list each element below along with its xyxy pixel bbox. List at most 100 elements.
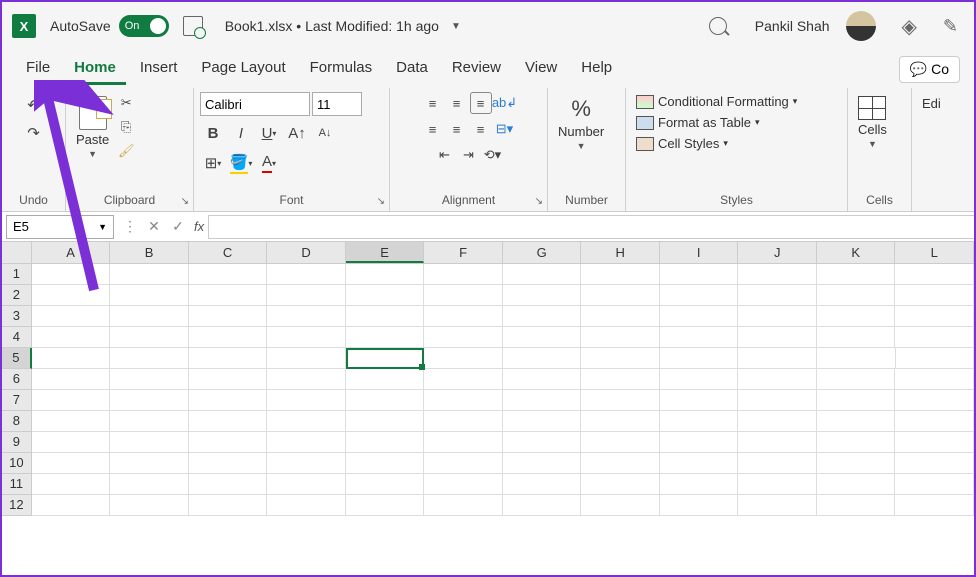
cell-L11[interactable] xyxy=(895,474,974,495)
cell-D10[interactable] xyxy=(267,453,346,474)
cell-K10[interactable] xyxy=(817,453,896,474)
cell-K6[interactable] xyxy=(817,369,896,390)
cell-H5[interactable] xyxy=(581,348,660,369)
decrease-indent-button[interactable]: ⇤ xyxy=(434,144,456,166)
cell-J1[interactable] xyxy=(738,264,817,285)
fill-color-button[interactable]: 🪣▾ xyxy=(228,150,254,176)
cell-I6[interactable] xyxy=(660,369,739,390)
cell-L5[interactable] xyxy=(896,348,975,369)
cell-C10[interactable] xyxy=(189,453,268,474)
cell-A7[interactable] xyxy=(32,390,111,411)
cell-E6[interactable] xyxy=(346,369,425,390)
border-button[interactable]: ⊞▾ xyxy=(200,150,226,176)
cell-E1[interactable] xyxy=(346,264,425,285)
cell-H1[interactable] xyxy=(581,264,660,285)
font-size-select[interactable] xyxy=(312,92,362,116)
orientation-button[interactable]: ⟲▾ xyxy=(482,144,504,166)
col-header-J[interactable]: J xyxy=(738,242,817,263)
cell-A6[interactable] xyxy=(32,369,111,390)
cell-F11[interactable] xyxy=(424,474,503,495)
cell-B6[interactable] xyxy=(110,369,189,390)
cell-L8[interactable] xyxy=(895,411,974,432)
cells-button[interactable]: Cells ▼ xyxy=(854,92,891,153)
cell-J7[interactable] xyxy=(738,390,817,411)
cell-A5[interactable] xyxy=(32,348,111,369)
wrap-text-button[interactable]: ab↲ xyxy=(494,92,516,114)
cell-B3[interactable] xyxy=(110,306,189,327)
increase-font-button[interactable]: A↑ xyxy=(284,120,310,146)
cell-D12[interactable] xyxy=(267,495,346,516)
user-name[interactable]: Pankil Shah xyxy=(755,18,830,34)
editing-button[interactable]: Edi xyxy=(918,92,945,115)
cell-F6[interactable] xyxy=(424,369,503,390)
col-header-E[interactable]: E xyxy=(346,242,425,263)
cell-G1[interactable] xyxy=(503,264,582,285)
cell-K5[interactable] xyxy=(817,348,896,369)
cell-K3[interactable] xyxy=(817,306,896,327)
cell-H8[interactable] xyxy=(581,411,660,432)
cell-L10[interactable] xyxy=(895,453,974,474)
cell-G12[interactable] xyxy=(503,495,582,516)
cell-H2[interactable] xyxy=(581,285,660,306)
cell-K7[interactable] xyxy=(817,390,896,411)
cell-A12[interactable] xyxy=(32,495,111,516)
cell-D11[interactable] xyxy=(267,474,346,495)
tab-file[interactable]: File xyxy=(16,53,60,85)
cell-J8[interactable] xyxy=(738,411,817,432)
cell-G7[interactable] xyxy=(503,390,582,411)
cell-L1[interactable] xyxy=(895,264,974,285)
row-header-5[interactable]: 5 xyxy=(2,348,32,369)
chevron-down-icon[interactable]: ▼ xyxy=(451,21,461,32)
cell-C4[interactable] xyxy=(189,327,268,348)
cell-C3[interactable] xyxy=(189,306,268,327)
cell-E3[interactable] xyxy=(346,306,425,327)
align-top-button[interactable]: ≡ xyxy=(422,92,444,114)
col-header-B[interactable]: B xyxy=(110,242,189,263)
cell-J5[interactable] xyxy=(738,348,817,369)
row-header-9[interactable]: 9 xyxy=(2,432,32,453)
tab-data[interactable]: Data xyxy=(386,53,438,85)
cell-G10[interactable] xyxy=(503,453,582,474)
underline-button[interactable]: U▾ xyxy=(256,120,282,146)
cell-C1[interactable] xyxy=(189,264,268,285)
cut-button[interactable]: ✂ xyxy=(115,92,137,114)
conditional-formatting-button[interactable]: Conditional Formatting ▾ xyxy=(632,92,801,111)
cell-D4[interactable] xyxy=(267,327,346,348)
cell-B10[interactable] xyxy=(110,453,189,474)
tab-page-layout[interactable]: Page Layout xyxy=(191,53,295,85)
cell-H11[interactable] xyxy=(581,474,660,495)
number-format-button[interactable]: % Number ▼ xyxy=(554,92,608,155)
cell-I8[interactable] xyxy=(660,411,739,432)
row-header-1[interactable]: 1 xyxy=(2,264,32,285)
row-header-4[interactable]: 4 xyxy=(2,327,32,348)
cell-C11[interactable] xyxy=(189,474,268,495)
cell-L7[interactable] xyxy=(895,390,974,411)
cell-G11[interactable] xyxy=(503,474,582,495)
cell-C5[interactable] xyxy=(189,348,268,369)
cell-L12[interactable] xyxy=(895,495,974,516)
autosave-toggle[interactable]: On xyxy=(119,15,169,37)
col-header-A[interactable]: A xyxy=(32,242,111,263)
tab-view[interactable]: View xyxy=(515,53,567,85)
formula-input[interactable] xyxy=(208,215,974,239)
cell-H7[interactable] xyxy=(581,390,660,411)
cell-E8[interactable] xyxy=(346,411,425,432)
cell-J3[interactable] xyxy=(738,306,817,327)
cell-I9[interactable] xyxy=(660,432,739,453)
cell-I2[interactable] xyxy=(660,285,739,306)
cell-G6[interactable] xyxy=(503,369,582,390)
cell-K4[interactable] xyxy=(817,327,896,348)
cell-E12[interactable] xyxy=(346,495,425,516)
col-header-C[interactable]: C xyxy=(189,242,268,263)
row-header-7[interactable]: 7 xyxy=(2,390,32,411)
select-all-corner[interactable] xyxy=(2,242,32,263)
font-launcher[interactable]: ↘ xyxy=(377,196,385,207)
bold-button[interactable]: B xyxy=(200,120,226,146)
cell-J12[interactable] xyxy=(738,495,817,516)
align-right-button[interactable]: ≡ xyxy=(470,118,492,140)
cell-D1[interactable] xyxy=(267,264,346,285)
cell-F1[interactable] xyxy=(424,264,503,285)
cell-A1[interactable] xyxy=(32,264,111,285)
cell-F9[interactable] xyxy=(424,432,503,453)
col-header-H[interactable]: H xyxy=(581,242,660,263)
